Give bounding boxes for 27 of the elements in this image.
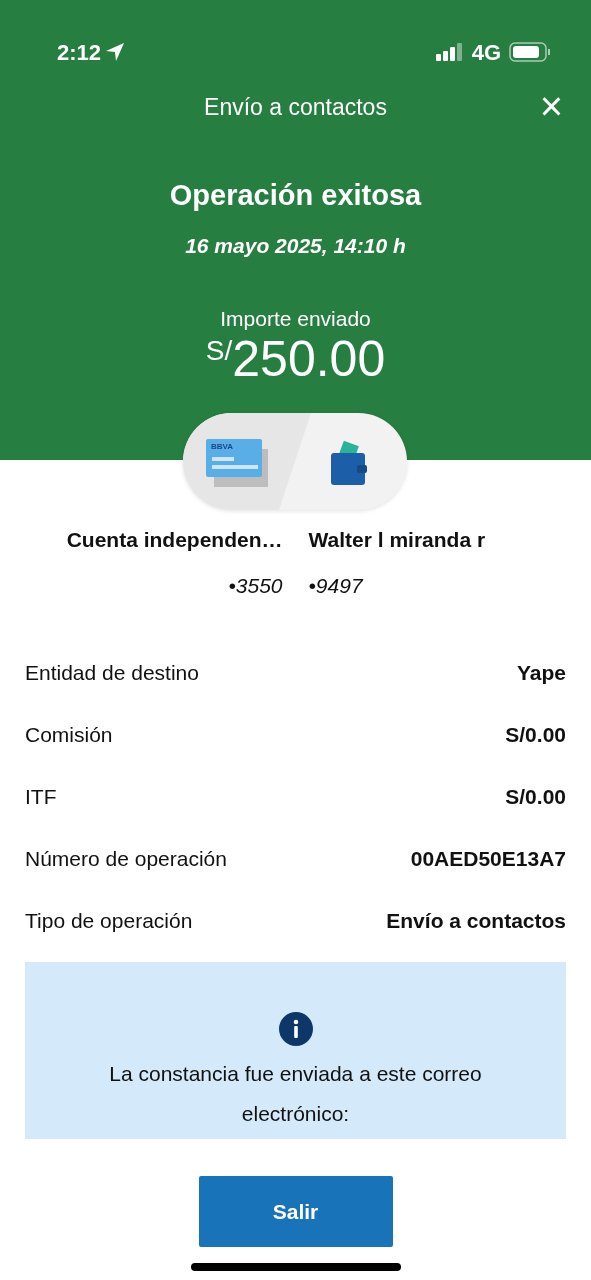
network-label: 4G [471,38,501,67]
account-name: Cuenta independen… [66,527,283,553]
account-number: •9497 [308,572,363,599]
detail-label: Número de operación [25,846,227,873]
detail-label: Comisión [25,722,113,749]
notice-text: La constancia fue enviada a este correo electrónico: [108,1061,483,1127]
close-button[interactable]: × [533,86,569,126]
battery-icon [509,42,551,62]
account-name: Walter l miranda r [308,527,486,553]
location-arrow-icon [105,42,126,62]
signal-icon [435,43,464,61]
detail-label: ITF [25,784,57,811]
detail-value: S/0.00 [505,722,566,749]
amount-label: Importe enviado [220,306,371,332]
operation-date: 16 mayo 2025, 14:10 h [185,232,406,259]
exit-button[interactable]: Salir [198,1176,393,1247]
result-title: Operación exitosa [169,178,422,213]
detail-label: Entidad de destino [25,660,199,687]
info-icon [278,1012,313,1046]
status-time: 2:12 [57,38,102,67]
detail-value: Envío a contactos [386,908,566,935]
detail-value: Yape [516,660,566,687]
screen-title: Envío a contactos [204,94,387,120]
detail-value: 00AED50E13A7 [410,846,566,873]
account-number: •3550 [228,572,283,599]
detail-value: S/0.00 [505,784,566,811]
detail-label: Tipo de operación [25,908,193,935]
